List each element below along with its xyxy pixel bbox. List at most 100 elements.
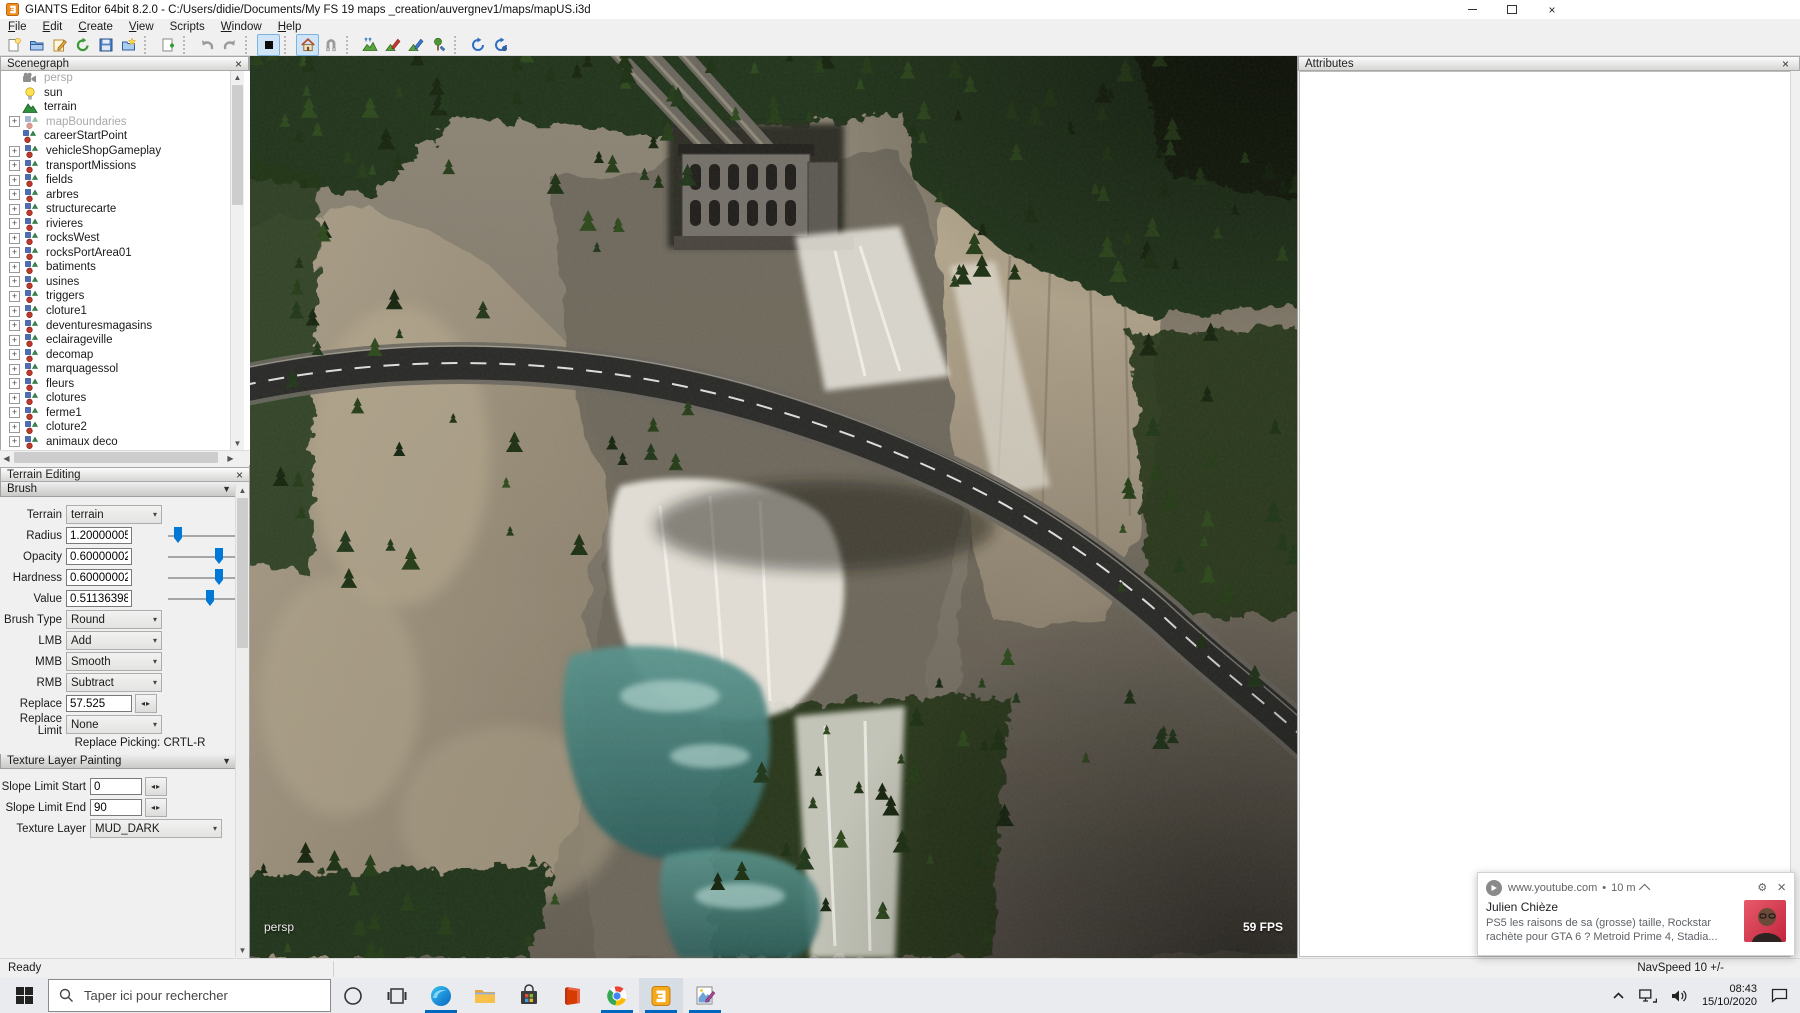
hardness-slider[interactable] (168, 569, 236, 586)
undo-icon[interactable] (195, 34, 218, 56)
slider-thumb[interactable] (206, 590, 214, 606)
script-settings-icon[interactable] (489, 34, 512, 56)
brush-section-header[interactable]: Brush ▼ (0, 482, 250, 497)
start-button[interactable] (0, 978, 48, 1013)
scenegraph-item-structurecarte[interactable]: +structurecarte (1, 202, 250, 217)
scroll-up-icon[interactable]: ▲ (236, 484, 249, 497)
mmb-dropdown[interactable]: Smooth▾ (66, 652, 162, 671)
paint-icon[interactable] (683, 978, 727, 1013)
scenegraph-item-ferme1[interactable]: +ferme1 (1, 406, 250, 421)
scenegraph-item-mapBoundaries[interactable]: +mapBoundaries (1, 115, 250, 130)
magnet-icon[interactable] (319, 34, 342, 56)
3d-viewport[interactable]: persp 59 FPS (250, 56, 1297, 958)
spinner-arrows-icon[interactable]: ◂▸ (135, 694, 157, 713)
scenegraph-item-careerStartPoint[interactable]: careerStartPoint (1, 129, 250, 144)
expand-icon[interactable]: + (9, 306, 20, 317)
value-input[interactable] (66, 590, 132, 607)
expand-icon[interactable]: + (9, 436, 20, 447)
menu-edit[interactable]: Edit (35, 19, 71, 34)
scenegraph-close-icon[interactable]: × (235, 59, 242, 69)
expand-icon[interactable]: + (9, 189, 20, 200)
menu-scripts[interactable]: Scripts (162, 19, 213, 34)
expand-icon[interactable]: + (9, 116, 20, 127)
slider-thumb[interactable] (174, 527, 182, 543)
spinner-arrows-icon[interactable]: ◂▸ (145, 777, 167, 796)
tray-chevron-icon[interactable] (1612, 990, 1625, 1002)
expand-icon[interactable]: + (9, 378, 20, 389)
expand-icon[interactable]: + (9, 393, 20, 404)
foliage-paint-icon[interactable] (404, 34, 427, 56)
scroll-right-icon[interactable]: ▶ (224, 451, 237, 465)
terrain-panel-scrollbar[interactable]: ▲ ▼ (235, 484, 249, 957)
terrain-editing-close-icon[interactable]: × (236, 470, 243, 480)
replace-input[interactable] (66, 695, 132, 712)
scenegraph-item-marquagessol[interactable]: +marquagessol (1, 362, 250, 377)
slider-thumb[interactable] (215, 548, 223, 564)
scroll-thumb[interactable] (232, 85, 243, 205)
scenegraph-item-rivieres[interactable]: +rivieres (1, 216, 250, 231)
scenegraph-item-arbres[interactable]: +arbres (1, 187, 250, 202)
expand-icon[interactable]: + (9, 218, 20, 229)
new-file-icon[interactable] (2, 34, 25, 56)
close-button[interactable]: × (1532, 0, 1572, 19)
value-slider[interactable] (168, 590, 236, 607)
expand-icon[interactable]: + (9, 364, 20, 375)
expand-icon[interactable]: + (9, 291, 20, 302)
spinner-arrows-icon[interactable]: ◂▸ (145, 798, 167, 817)
maximize-button[interactable] (1492, 0, 1532, 19)
scenegraph-item-eclairageville[interactable]: +eclairageville (1, 333, 250, 348)
terrain-paint-icon[interactable] (381, 34, 404, 56)
expand-icon[interactable]: + (9, 276, 20, 287)
scenegraph-vscrollbar[interactable]: ▲ ▼ (230, 71, 244, 450)
opacity-input[interactable] (66, 548, 132, 565)
giants-editor-icon[interactable] (639, 978, 683, 1013)
notification-settings-icon[interactable]: ⚙ (1757, 881, 1767, 894)
replace-limit-dropdown[interactable]: None▾ (66, 715, 162, 734)
home-icon[interactable] (296, 34, 319, 56)
rmb-dropdown[interactable]: Subtract▾ (66, 673, 162, 692)
scenegraph-item-terrain[interactable]: terrain (1, 100, 250, 115)
texture-section-header[interactable]: Texture Layer Painting ▼ (0, 754, 250, 769)
minimize-button[interactable] (1452, 0, 1492, 19)
expand-icon[interactable]: + (9, 422, 20, 433)
save-icon[interactable] (94, 34, 117, 56)
scroll-thumb[interactable] (14, 452, 218, 463)
menu-create[interactable]: Create (70, 19, 121, 34)
slope-limit-start-input[interactable] (90, 778, 142, 795)
expand-icon[interactable]: + (9, 262, 20, 273)
scenegraph-item-usines[interactable]: +usines (1, 275, 250, 290)
expand-icon[interactable]: + (9, 204, 20, 215)
expand-icon[interactable]: + (9, 233, 20, 244)
radius-input[interactable] (66, 527, 132, 544)
scenegraph-item-persp[interactable]: persp (1, 71, 250, 86)
scenegraph-hscrollbar[interactable]: ◀ ▶ (0, 450, 250, 465)
expand-icon[interactable]: + (9, 175, 20, 186)
scroll-left-icon[interactable]: ◀ (0, 451, 13, 465)
expand-icon[interactable]: + (9, 320, 20, 331)
store-icon[interactable] (507, 978, 551, 1013)
export-icon[interactable] (117, 34, 140, 56)
scenegraph-item-transportMissions[interactable]: +transportMissions (1, 158, 250, 173)
scroll-down-icon[interactable]: ▼ (236, 944, 249, 957)
scroll-up-icon[interactable]: ▲ (231, 71, 244, 84)
chevron-up-icon[interactable] (1639, 883, 1650, 894)
network-icon[interactable] (1639, 989, 1657, 1003)
expand-icon[interactable]: + (9, 146, 20, 157)
brush-type-dropdown[interactable]: Round▾ (66, 610, 162, 629)
scenegraph-item-rocksWest[interactable]: +rocksWest (1, 231, 250, 246)
scroll-down-icon[interactable]: ▼ (231, 437, 244, 450)
redo-icon[interactable] (218, 34, 241, 56)
menu-view[interactable]: View (121, 19, 162, 34)
scenegraph-item-animaux-deco[interactable]: +animaux deco (1, 435, 250, 450)
scenegraph-item-deventuresmagasins[interactable]: +deventuresmagasins (1, 318, 250, 333)
explorer-icon[interactable] (463, 978, 507, 1013)
menu-help[interactable]: Help (270, 19, 310, 34)
slope-limit-end-input[interactable] (90, 799, 142, 816)
menu-file[interactable]: File (0, 19, 35, 34)
texture-layer-dropdown[interactable]: MUD_DARK▾ (90, 819, 222, 838)
attributes-scrollbar[interactable] (1790, 71, 1800, 957)
script-add-icon[interactable] (156, 34, 179, 56)
scenegraph-item-fields[interactable]: +fields (1, 173, 250, 188)
expand-icon[interactable]: + (9, 407, 20, 418)
volume-icon[interactable] (1671, 989, 1688, 1003)
